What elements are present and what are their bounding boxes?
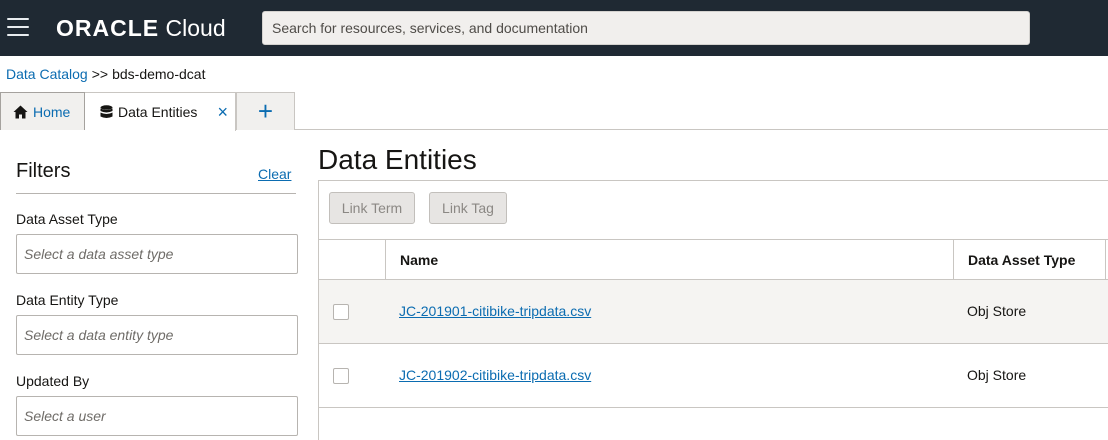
breadcrumb-current: bds-demo-dcat — [112, 66, 206, 82]
entity-asset-type: Obj Store — [967, 303, 1027, 319]
column-header-data-asset-type[interactable]: Data Asset Type — [968, 240, 1075, 279]
breadcrumb-separator: >> — [91, 66, 109, 82]
plus-icon: + — [257, 96, 274, 126]
clear-filters-link[interactable]: Clear — [258, 166, 291, 182]
link-tag-button[interactable]: Link Tag — [429, 192, 507, 224]
tab-bar: Home Data Entities × + — [0, 92, 1108, 131]
breadcrumb-data-catalog[interactable]: Data Catalog — [6, 66, 88, 82]
home-icon — [13, 105, 28, 119]
updated-by-label: Updated By — [16, 373, 90, 389]
tab-data-entities-label: Data Entities — [118, 104, 198, 120]
brand-cloud: Cloud — [165, 15, 226, 41]
column-divider — [953, 240, 954, 279]
updated-by-select[interactable]: Select a user — [16, 396, 298, 436]
breadcrumb: Data Catalog >> bds-demo-dcat — [6, 66, 205, 82]
asset-type-select[interactable]: Select a data asset type — [16, 234, 298, 274]
entity-name-link[interactable]: JC-201902-citibike-tripdata.csv — [399, 367, 591, 383]
top-header: ORACLE Cloud — [0, 0, 1108, 56]
tab-data-entities[interactable]: Data Entities × — [85, 92, 236, 131]
filters-divider — [16, 193, 296, 194]
brand-oracle: ORACLE — [56, 15, 160, 41]
close-icon[interactable]: × — [217, 103, 228, 121]
database-icon — [100, 105, 113, 119]
table-row: JC-201901-citibike-tripdata.csv Obj Stor… — [319, 280, 1108, 344]
filters-title: Filters — [16, 160, 71, 182]
row-checkbox[interactable] — [333, 304, 349, 320]
column-divider — [385, 240, 386, 279]
entity-type-label: Data Entity Type — [16, 292, 119, 308]
entity-name-link[interactable]: JC-201901-citibike-tripdata.csv — [399, 303, 591, 319]
entity-asset-type: Obj Store — [967, 367, 1027, 383]
table-header: Name Data Asset Type — [319, 239, 1108, 280]
table-row: JC-201902-citibike-tripdata.csv Obj Stor… — [319, 344, 1108, 408]
global-search[interactable] — [262, 11, 1030, 45]
column-divider — [1105, 240, 1106, 279]
page-title: Data Entities — [318, 144, 477, 175]
link-term-button[interactable]: Link Term — [329, 192, 415, 224]
column-header-name[interactable]: Name — [400, 240, 438, 279]
oracle-cloud-logo[interactable]: ORACLE Cloud — [56, 14, 226, 42]
tab-home[interactable]: Home — [0, 92, 85, 130]
tab-home-label: Home — [33, 103, 71, 120]
row-checkbox[interactable] — [333, 368, 349, 384]
search-input[interactable] — [263, 12, 1029, 44]
hamburger-menu-icon[interactable] — [7, 18, 29, 36]
entity-type-select[interactable]: Select a data entity type — [16, 315, 298, 355]
asset-type-label: Data Asset Type — [16, 211, 118, 227]
add-tab-button[interactable]: + — [236, 92, 295, 130]
